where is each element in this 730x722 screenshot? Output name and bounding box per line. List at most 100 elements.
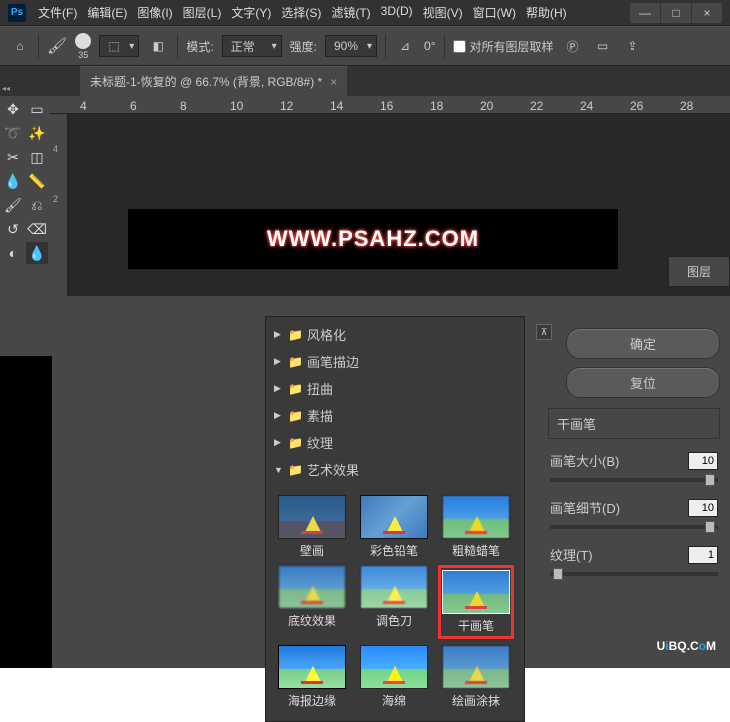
menu-image[interactable]: 图像(I) (133, 0, 176, 25)
folder-icon: 📁 (288, 463, 303, 477)
eyedropper-tool-icon[interactable]: 💧 (2, 170, 24, 192)
thumb-sponge[interactable]: 海绵 (356, 645, 432, 709)
collapse-button[interactable]: ⊼ (536, 324, 552, 340)
texture-label: 纹理(T) (550, 545, 593, 564)
minimize-button[interactable]: — (630, 3, 660, 23)
brush-shape-dropdown[interactable]: ⬚ (99, 35, 139, 57)
brush-detail-label: 画笔细节(D) (550, 498, 620, 517)
current-filter-name[interactable]: 干画笔 (548, 408, 720, 439)
folder-icon: 📁 (288, 328, 303, 342)
document-tab[interactable]: 未标题-1-恢复的 @ 66.7% (背景, RGB/8#) * × (80, 66, 347, 96)
thumb-paint-daubs[interactable]: 绘画涂抹 (438, 645, 514, 709)
filter-gallery-tree: ▶📁风格化 ▶📁画笔描边 ▶📁扭曲 ▶📁素描 ▶📁纹理 ▼📁艺术效果 壁画 彩色… (265, 316, 525, 722)
ruler-vertical: 42 (50, 114, 68, 296)
thumb-underpainting[interactable]: 底纹效果 (274, 565, 350, 639)
tree-texture[interactable]: ▶📁纹理 (266, 429, 524, 456)
brush-size-input[interactable] (688, 452, 718, 470)
close-button[interactable]: × (692, 3, 722, 23)
brush-size-label: 画笔大小(B) (550, 451, 619, 470)
sample-all-label: 对所有图层取样 (470, 38, 554, 55)
artboard[interactable]: WWW.PSAHZ.COM (128, 209, 618, 269)
brush-tool-icon[interactable]: 🖌 (2, 194, 24, 216)
titlebar: Ps 文件(F) 编辑(E) 图像(I) 图层(L) 文字(Y) 选择(S) 滤… (0, 0, 730, 26)
menu-3d[interactable]: 3D(D) (377, 0, 417, 25)
gradient-tool-icon[interactable]: ◐ (2, 242, 24, 264)
brush-size-slider[interactable] (550, 478, 718, 482)
brush-size-value: 35 (78, 51, 88, 60)
dark-canvas-strip (0, 356, 52, 668)
texture-input[interactable] (688, 546, 718, 564)
watermark-text: WWW.PSAHZ.COM (267, 226, 479, 252)
marquee-tool-icon[interactable]: ▭ (26, 98, 48, 120)
folder-icon: 📁 (288, 409, 303, 423)
options-bar: ⌂ 🖌 35 ⬚ ◧ 模式: 正常 强度: 90% ⊿ 0° 对所有图层取样 Ⓟ… (0, 26, 730, 66)
strength-label: 强度: (290, 38, 317, 55)
document-title: 未标题-1-恢复的 @ 66.7% (背景, RGB/8#) * (90, 73, 322, 90)
wand-tool-icon[interactable]: ✨ (26, 122, 48, 144)
menu-filter[interactable]: 滤镜(T) (327, 0, 374, 25)
reset-button[interactable]: 复位 (566, 367, 720, 398)
sample-all-layers-checkbox[interactable]: 对所有图层取样 (453, 38, 554, 55)
menu-text[interactable]: 文字(Y) (227, 0, 275, 25)
stamp-tool-icon[interactable]: ⎌ (26, 194, 48, 216)
brush-detail-input[interactable] (688, 499, 718, 517)
pressure-icon[interactable]: Ⓟ (562, 35, 584, 57)
canvas-area: 46810121416182022242628 42 WWW.PSAHZ.COM (50, 96, 730, 296)
brush-size-preset[interactable]: 35 (75, 33, 91, 60)
eraser-tool-icon[interactable]: ⌫ (26, 218, 48, 240)
tree-stylize[interactable]: ▶📁风格化 (266, 321, 524, 348)
angle-icon: ⊿ (394, 35, 416, 57)
menu-file[interactable]: 文件(F) (34, 0, 81, 25)
layers-panel-tab[interactable]: 图层 (668, 256, 730, 287)
ruler-tool-icon[interactable]: 📏 (26, 170, 48, 192)
menu-window[interactable]: 窗口(W) (469, 0, 520, 25)
thumb-rough-crayon[interactable]: 粗糙蜡笔 (438, 495, 514, 559)
menu-layer[interactable]: 图层(L) (179, 0, 226, 25)
gradient-icon[interactable]: ◧ (147, 35, 169, 57)
angle-value[interactable]: 0° (424, 39, 435, 53)
share-icon[interactable]: ⇪ (622, 35, 644, 57)
filter-thumbnails: 壁画 彩色铅笔 粗糙蜡笔 底纹效果 调色刀 干画笔 海报边缘 海绵 绘画涂抹 (266, 487, 524, 721)
thumb-poster-edges[interactable]: 海报边缘 (274, 645, 350, 709)
menu-select[interactable]: 选择(S) (277, 0, 325, 25)
menu-view[interactable]: 视图(V) (419, 0, 467, 25)
home-icon[interactable]: ⌂ (10, 36, 30, 56)
menu-help[interactable]: 帮助(H) (522, 0, 571, 25)
strength-dropdown[interactable]: 90% (325, 35, 377, 57)
texture-slider[interactable] (550, 572, 718, 576)
slice-tool-icon[interactable]: ◫ (26, 146, 48, 168)
ruler-horizontal: 46810121416182022242628 (50, 96, 730, 114)
app-logo: Ps (8, 4, 26, 22)
brush-tool-icon[interactable]: 🖌 (47, 36, 67, 56)
tablet-icon[interactable]: ▭ (592, 35, 614, 57)
filter-settings-panel: ⊼ 确定 复位 干画笔 画笔大小(B) 画笔细节(D) 纹理(T) (538, 316, 730, 668)
mode-label: 模式: (186, 38, 213, 55)
tree-brushstrokes[interactable]: ▶📁画笔描边 (266, 348, 524, 375)
sample-all-input[interactable] (453, 40, 466, 53)
thumb-palette-knife[interactable]: 调色刀 (356, 565, 432, 639)
folder-icon: 📁 (288, 382, 303, 396)
folder-icon: 📁 (288, 355, 303, 369)
move-tool-icon[interactable]: ✥ (2, 98, 24, 120)
toolbox: ✥ ▭ ➰ ✨ ✂ ◫ 💧 📏 🖌 ⎌ ↺ ⌫ ◐ 💧 (0, 96, 50, 296)
tree-distort[interactable]: ▶📁扭曲 (266, 375, 524, 402)
mode-dropdown[interactable]: 正常 (222, 35, 282, 57)
blur-tool-icon[interactable]: 💧 (26, 242, 48, 264)
history-brush-icon[interactable]: ↺ (2, 218, 24, 240)
maximize-button[interactable]: □ (661, 3, 691, 23)
brush-preview-dot (75, 33, 91, 49)
folder-icon: 📁 (288, 436, 303, 450)
tree-artistic[interactable]: ▼📁艺术效果 (266, 456, 524, 483)
ok-button[interactable]: 确定 (566, 328, 720, 359)
crop-tool-icon[interactable]: ✂ (2, 146, 24, 168)
menubar: 文件(F) 编辑(E) 图像(I) 图层(L) 文字(Y) 选择(S) 滤镜(T… (34, 0, 630, 25)
watermark-brand: UiBQ.CoM (657, 630, 716, 656)
brush-detail-slider[interactable] (550, 525, 718, 529)
thumb-dry-brush-selected[interactable]: 干画笔 (438, 565, 514, 639)
lasso-tool-icon[interactable]: ➰ (2, 122, 24, 144)
menu-edit[interactable]: 编辑(E) (83, 0, 131, 25)
thumb-colored-pencil[interactable]: 彩色铅笔 (356, 495, 432, 559)
tree-sketch[interactable]: ▶📁素描 (266, 402, 524, 429)
document-close-icon[interactable]: × (330, 75, 337, 89)
thumb-wall[interactable]: 壁画 (274, 495, 350, 559)
